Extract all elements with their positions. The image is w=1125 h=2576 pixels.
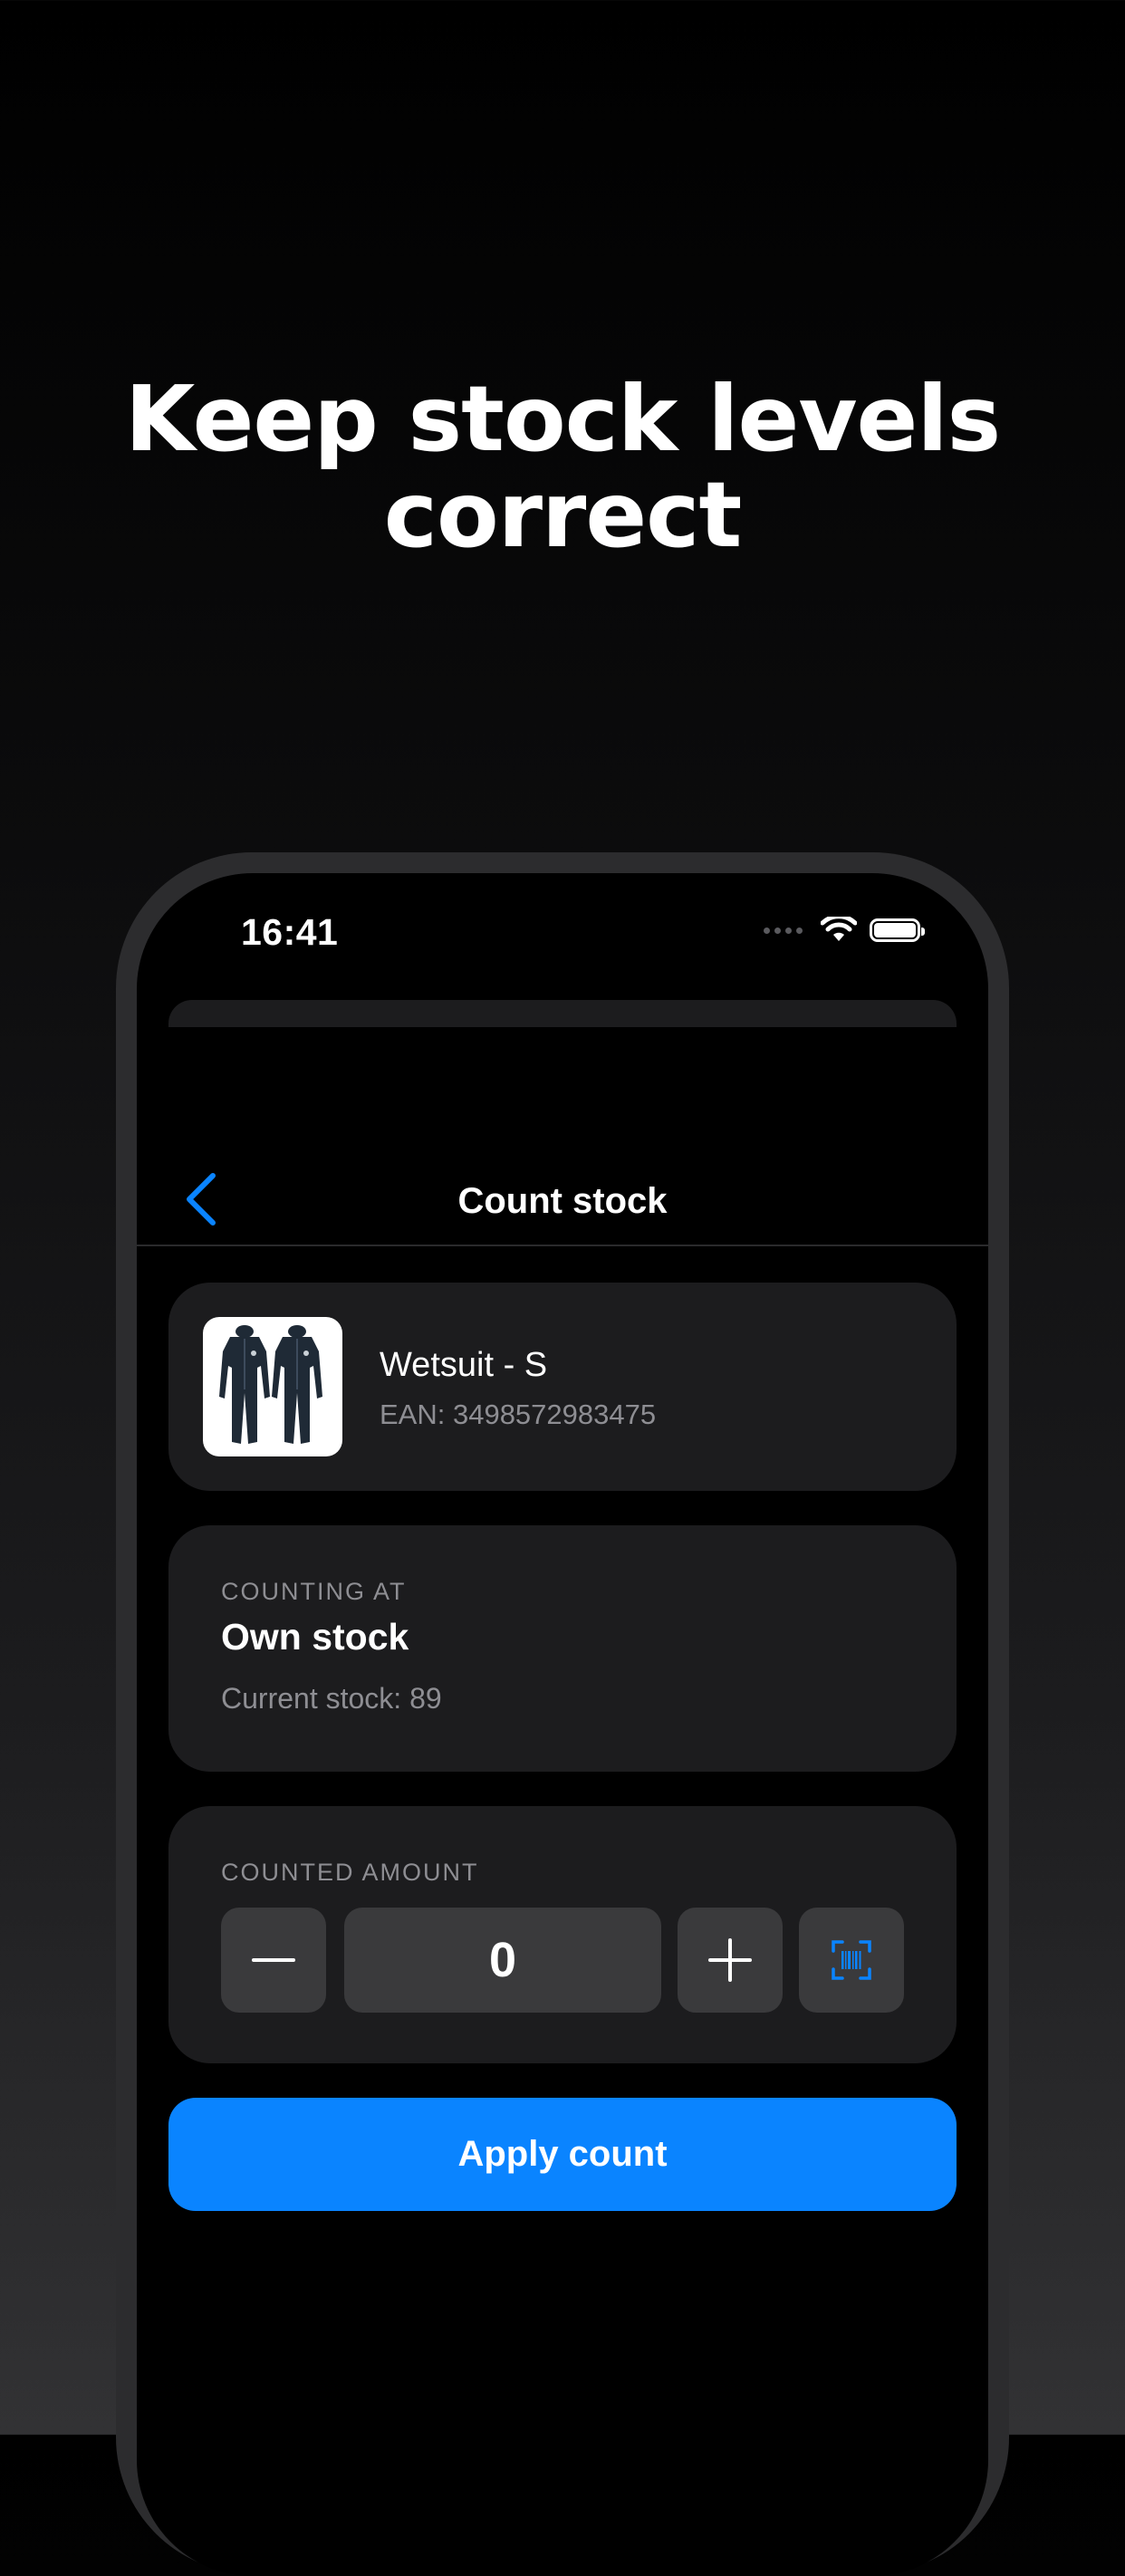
- product-card: Wetsuit - S EAN: 3498572983475: [168, 1283, 957, 1491]
- page-title: Count stock: [457, 1181, 668, 1221]
- counted-amount-card: COUNTED AMOUNT 0: [168, 1806, 957, 2063]
- status-icons: [764, 917, 925, 944]
- counting-at-label: COUNTING AT: [221, 1578, 407, 1605]
- headline-line-2: correct: [383, 462, 743, 568]
- product-name: Wetsuit - S: [380, 1346, 548, 1384]
- status-time: 16:41: [241, 911, 339, 953]
- current-stock: Current stock: 89: [221, 1682, 442, 1715]
- plus-icon: [708, 1938, 752, 1982]
- location-card[interactable]: COUNTING AT Own stock Current stock: 89: [168, 1525, 957, 1772]
- product-image: [203, 1317, 342, 1456]
- counted-amount-label: COUNTED AMOUNT: [221, 1859, 479, 1886]
- barcode-scan-icon: [832, 1940, 871, 1980]
- minus-icon: [252, 1958, 295, 1962]
- apply-count-button[interactable]: Apply count: [168, 2098, 957, 2211]
- product-ean: EAN: 3498572983475: [380, 1399, 657, 1430]
- sheet-background: [168, 1000, 957, 1027]
- quantity-input[interactable]: 0: [344, 1908, 661, 2013]
- marketing-headline: Keep stock levels correct: [0, 371, 1125, 563]
- decrement-button[interactable]: [221, 1908, 326, 2013]
- navigation-bar: Count stock: [137, 1154, 988, 1246]
- phone-screen: 16:41 Count stock Wetsuit - S EAN: 34985…: [137, 873, 988, 2576]
- scan-barcode-button[interactable]: [799, 1908, 904, 2013]
- wifi-icon: [821, 917, 857, 941]
- increment-button[interactable]: [678, 1908, 783, 2013]
- battery-icon: [870, 918, 925, 942]
- location-name: Own stock: [221, 1616, 409, 1658]
- headline-line-1: Keep stock levels: [124, 366, 1001, 472]
- cellular-signal-icon: [764, 927, 803, 934]
